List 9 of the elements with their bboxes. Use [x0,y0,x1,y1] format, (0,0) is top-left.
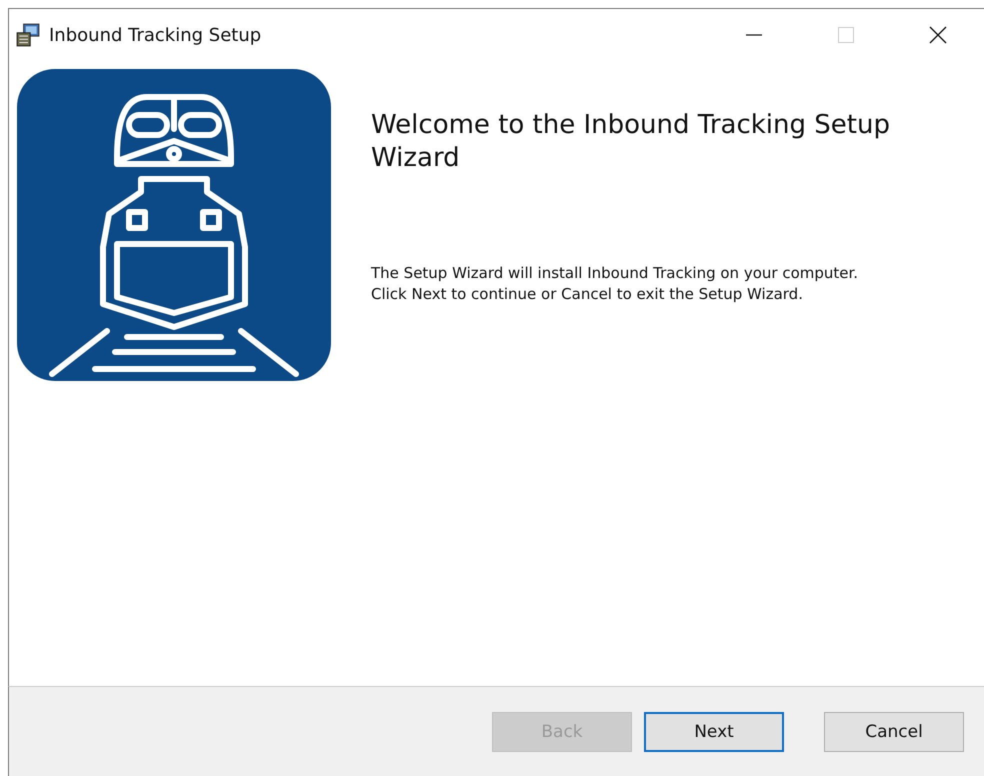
welcome-description: The Setup Wizard will install Inbound Tracking on your computer. Click Next to continue or Cancel to exit the Setup Wizard. [371,262,860,304]
wizard-button[interactable]: Next [644,712,784,752]
wizard-button[interactable]: Cancel [824,712,964,752]
installer-icon [15,22,41,48]
close-icon [928,25,948,45]
maximize-icon [836,25,856,45]
window-title: Inbound Tracking Setup [49,24,262,46]
welcome-heading: Welcome to the Inbound Tracking Setup Wizard [371,109,891,174]
minimize-icon [744,34,764,36]
